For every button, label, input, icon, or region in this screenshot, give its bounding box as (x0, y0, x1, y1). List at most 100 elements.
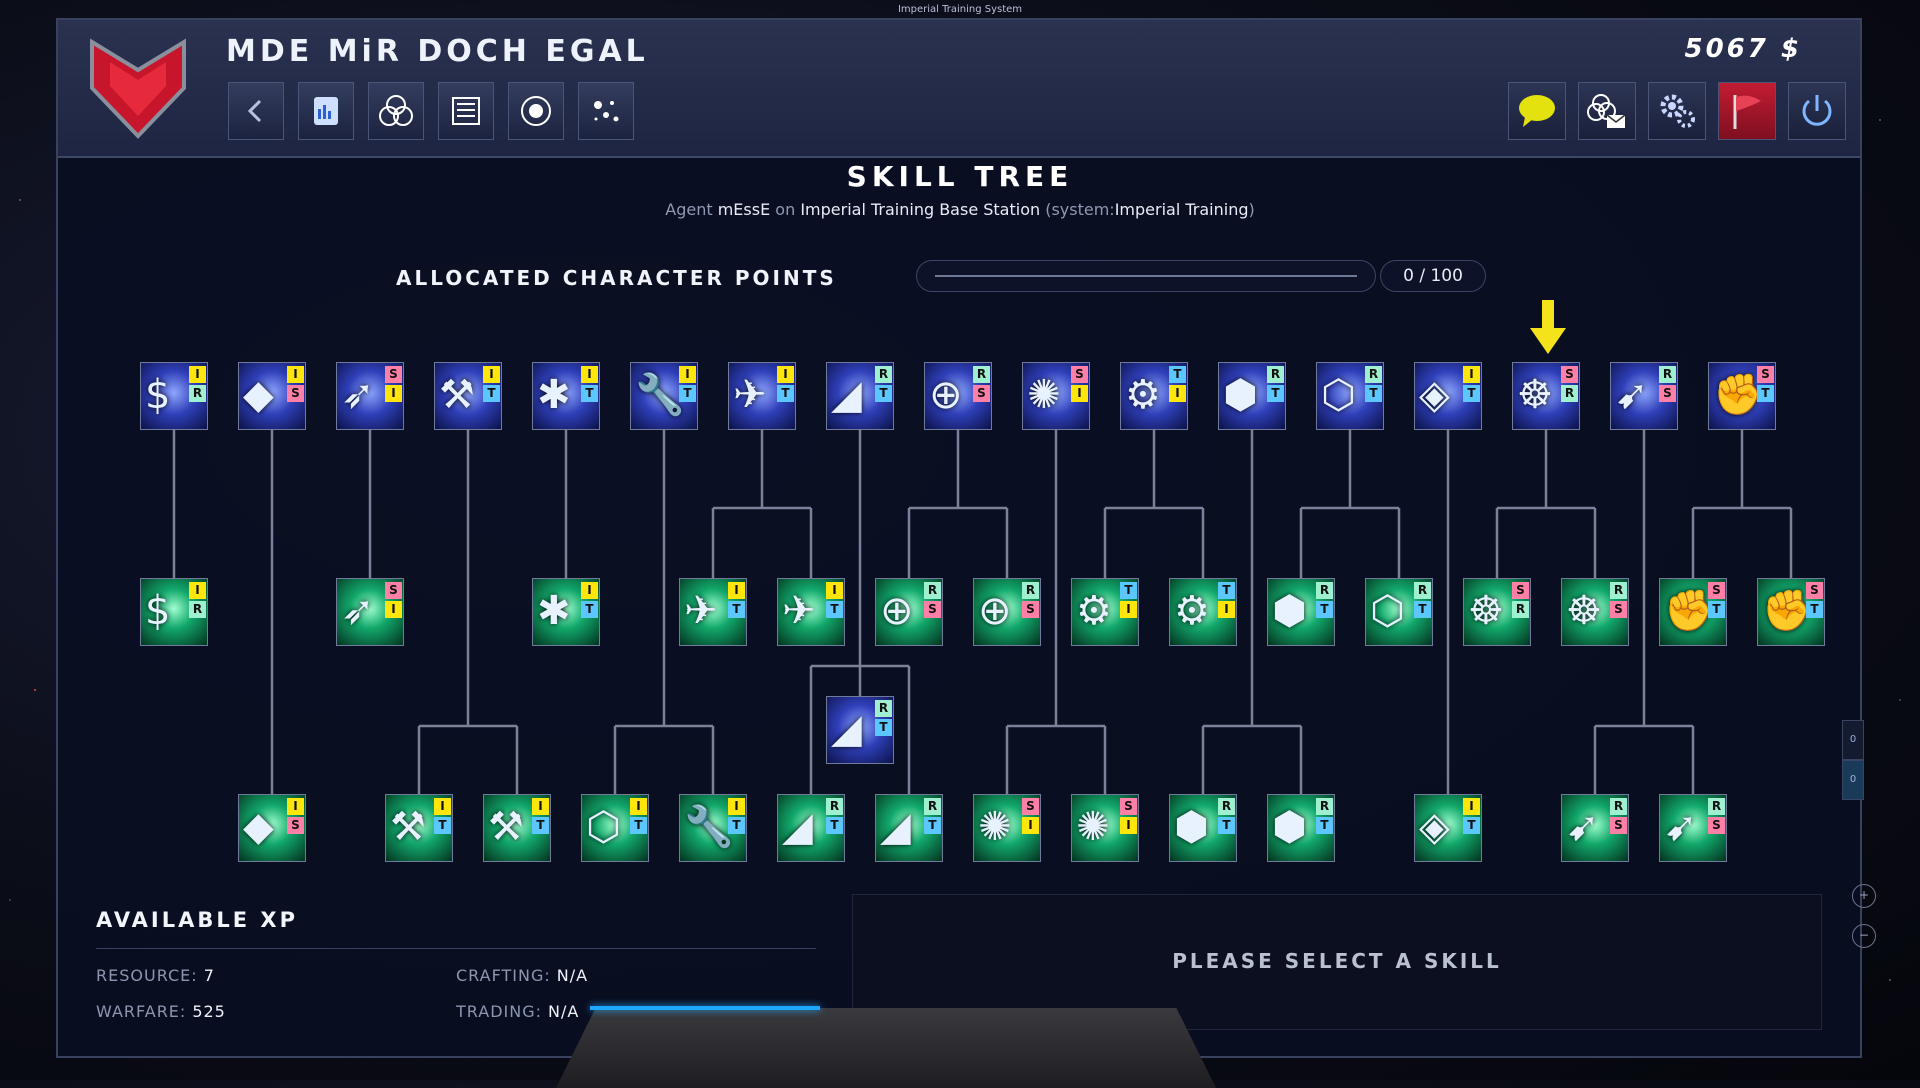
back-button[interactable] (228, 82, 284, 140)
skill-tag-i: I (581, 582, 598, 599)
skill-node-row2-1[interactable]: $ I R (140, 578, 208, 646)
radar-button[interactable] (508, 82, 564, 140)
document-button[interactable] (438, 82, 494, 140)
skill-node-row2-12[interactable]: ☸ S R (1463, 578, 1531, 646)
skill-node-row2-11[interactable]: ⬡ R T (1365, 578, 1433, 646)
skill-node-row3-1[interactable]: ◢ R T (826, 696, 894, 764)
skill-tag-r: R (189, 601, 206, 618)
energy-orb-icon: ✺ (1027, 372, 1061, 418)
skill-node-row4-3[interactable]: ⚒ I T (483, 794, 551, 862)
skill-node-row1-1[interactable]: $ I R (140, 362, 208, 430)
skill-node-row4-7[interactable]: ◢ R T (875, 794, 943, 862)
skill-node-row4-11[interactable]: ⬢ R T (1267, 794, 1335, 862)
skill-node-row1-10[interactable]: ✺ S I (1022, 362, 1090, 430)
flag-button[interactable] (1718, 82, 1776, 140)
skill-node-row1-12[interactable]: ⬢ R T (1218, 362, 1286, 430)
skill-node-row1-11[interactable]: ⚙ T I (1120, 362, 1188, 430)
skill-node-row1-13[interactable]: ⬡ R T (1316, 362, 1384, 430)
skill-node-row4-12[interactable]: ◈ I T (1414, 794, 1482, 862)
skill-node-row1-15[interactable]: ☸ S R (1512, 362, 1580, 430)
skill-node-row1-2[interactable]: ◆ I S (238, 362, 306, 430)
skill-node-row4-9[interactable]: ✺ S I (1071, 794, 1139, 862)
skill-tag-t: T (581, 601, 598, 618)
skill-tag-i: I (1120, 817, 1137, 834)
tools-icon: ⚒ (488, 804, 524, 850)
select-skill-prompt: PLEASE SELECT A SKILL (1172, 949, 1502, 973)
skill-node-row4-8[interactable]: ✺ S I (973, 794, 1041, 862)
skill-tag-t: T (826, 817, 843, 834)
skill-node-row4-1[interactable]: ◆ I S (238, 794, 306, 862)
skill-node-row2-10[interactable]: ⬢ R T (1267, 578, 1335, 646)
skill-node-row1-3[interactable]: ➶ S I (336, 362, 404, 430)
radar-icon (521, 96, 551, 126)
skill-tag-s: S (1022, 798, 1039, 815)
mail-button[interactable] (1578, 82, 1636, 140)
skill-node-row1-7[interactable]: ✈ I T (728, 362, 796, 430)
skill-node-row2-7[interactable]: ⊕ R S (973, 578, 1041, 646)
skill-node-row4-14[interactable]: ➹ R S (1659, 794, 1727, 862)
honeycomb-icon: ⬡ (1370, 588, 1405, 634)
skill-node-row4-4[interactable]: ⬡ I T (581, 794, 649, 862)
skill-tag-i: I (287, 798, 304, 815)
power-icon (1802, 95, 1832, 126)
skill-node-row4-6[interactable]: ◢ R T (777, 794, 845, 862)
triple-circle-button[interactable] (368, 82, 424, 140)
missile-ship-icon: ➹ (1664, 804, 1698, 850)
power-button[interactable] (1788, 82, 1846, 140)
triple-circle-icon (379, 95, 413, 126)
skill-node-row1-17[interactable]: ✊ S T (1708, 362, 1776, 430)
skill-node-row1-4[interactable]: ⚒ I T (434, 362, 502, 430)
skill-node-row2-13[interactable]: ☸ R S (1561, 578, 1629, 646)
skill-node-row2-4[interactable]: ✈ I T (679, 578, 747, 646)
xp-crafting: CRAFTING: N/A (456, 966, 588, 985)
puzzle-gear-icon: ✱ (537, 372, 571, 418)
skill-node-row2-6[interactable]: ⊕ R S (875, 578, 943, 646)
skill-tag-i: I (532, 798, 549, 815)
satellite-dish-icon: ◢ (880, 804, 911, 850)
skill-tag-i: I (679, 366, 696, 383)
skill-node-row1-16[interactable]: ➹ R S (1610, 362, 1678, 430)
skill-node-row1-5[interactable]: ✱ I T (532, 362, 600, 430)
mail-network-icon (1587, 94, 1626, 128)
zoom-in-icon[interactable]: + (1852, 884, 1876, 908)
skill-tag-t: T (1365, 385, 1382, 402)
skill-node-row4-5[interactable]: 🔧 I T (679, 794, 747, 862)
star-cluster-button[interactable] (578, 82, 634, 140)
skill-tag-s: S (1120, 798, 1137, 815)
skill-node-row2-5[interactable]: ✈ I T (777, 578, 845, 646)
skill-node-row2-9[interactable]: ⚙ T I (1169, 578, 1237, 646)
skill-node-row2-3[interactable]: ✱ I T (532, 578, 600, 646)
skill-node-row1-9[interactable]: ⊕ R S (924, 362, 992, 430)
skill-node-row2-8[interactable]: ⚙ T I (1071, 578, 1139, 646)
skill-node-row4-2[interactable]: ⚒ I T (385, 794, 453, 862)
ship-wheel-icon: ☸ (1566, 588, 1602, 634)
skill-tag-r: R (875, 366, 892, 383)
skill-tag-r: R (1316, 582, 1333, 599)
skill-tag-r: R (973, 366, 990, 383)
fist-icon: ✊ (1713, 372, 1763, 418)
skill-node-row2-14[interactable]: ✊ S T (1659, 578, 1727, 646)
honeycomb-icon: ⬡ (1321, 372, 1356, 418)
settings-gears-icon (1660, 94, 1695, 128)
skill-tag-i: I (434, 798, 451, 815)
skill-node-row2-15[interactable]: ✊ S T (1757, 578, 1825, 646)
skill-node-row1-14[interactable]: ◈ I T (1414, 362, 1482, 430)
honeycomb-gear-icon: ⚙ (1076, 588, 1112, 634)
bottom-console-tab[interactable] (556, 1008, 1216, 1088)
side-tab-1[interactable]: 0 (1842, 720, 1864, 760)
skill-node-row4-13[interactable]: ➹ R S (1561, 794, 1629, 862)
skill-node-row4-10[interactable]: ⬢ R T (1169, 794, 1237, 862)
skill-node-row2-2[interactable]: ➶ S I (336, 578, 404, 646)
skill-node-row1-8[interactable]: ◢ R T (826, 362, 894, 430)
station-name: Imperial Training Base Station (800, 200, 1041, 219)
skill-node-row1-6[interactable]: 🔧 I T (630, 362, 698, 430)
settings-button[interactable] (1648, 82, 1706, 140)
chat-button[interactable] (1508, 82, 1566, 140)
skill-tag-i: I (189, 366, 206, 383)
side-tab-2[interactable]: 0 (1842, 760, 1864, 800)
skill-tag-t: T (924, 817, 941, 834)
datapad-button[interactable] (298, 82, 354, 140)
zoom-out-icon[interactable]: − (1852, 924, 1876, 948)
energy-orb-icon: ✺ (978, 804, 1012, 850)
missile-ship-icon: ➹ (1566, 804, 1600, 850)
